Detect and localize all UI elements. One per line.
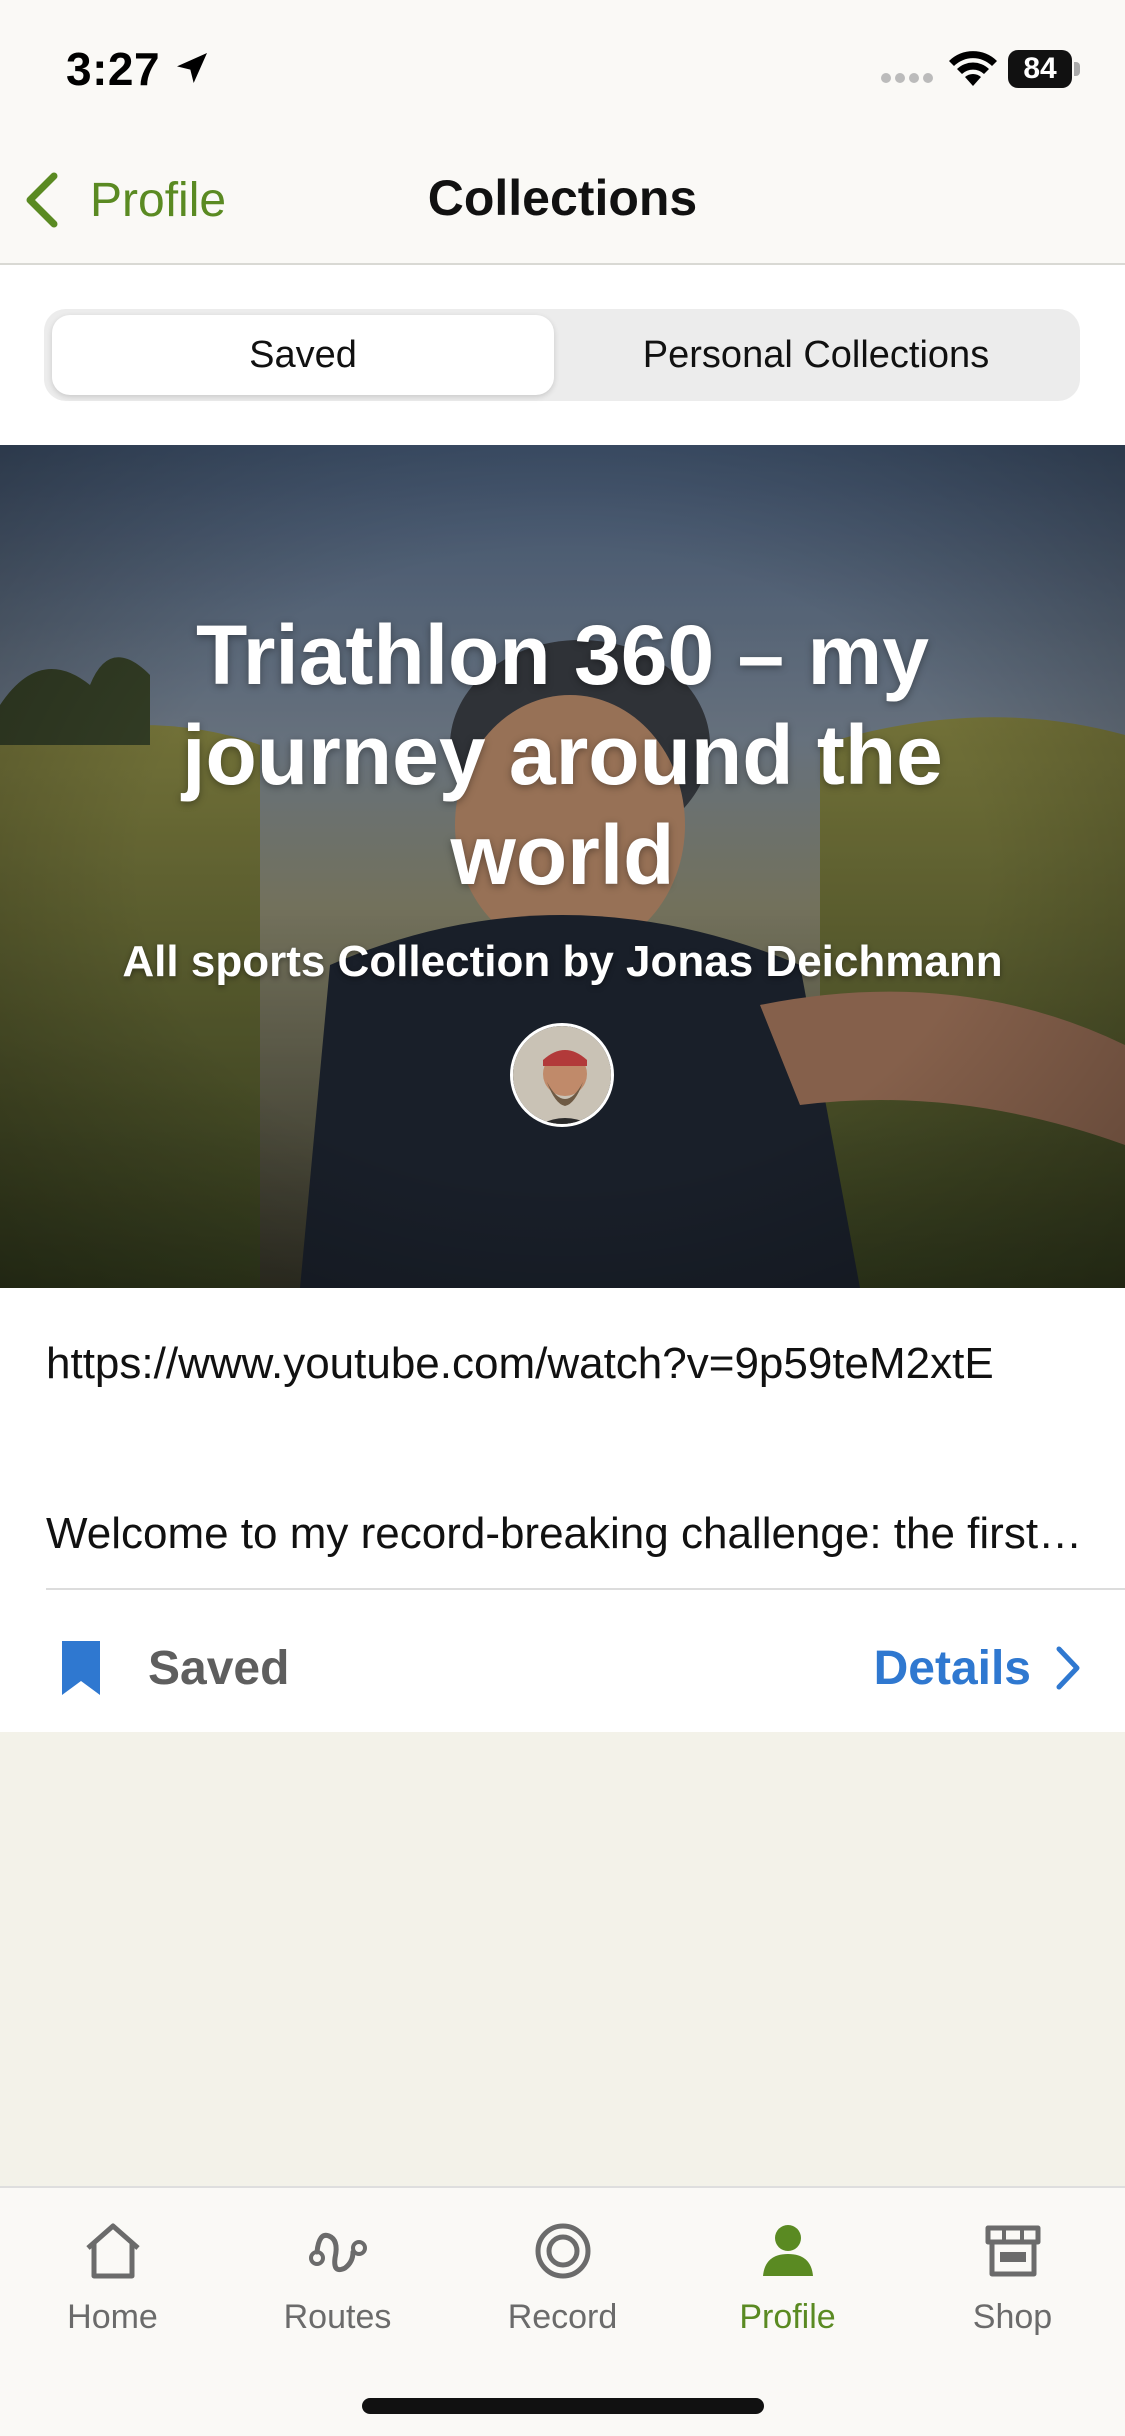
battery-indicator: 84 — [1008, 50, 1080, 88]
tab-home[interactable]: Home — [0, 2218, 225, 2368]
collection-title: Triathlon 360 – my journey around the wo… — [182, 608, 943, 902]
collection-description: Welcome to my record-breaking challenge:… — [46, 1509, 1086, 1558]
tab-record[interactable]: Record — [450, 2218, 675, 2368]
location-arrow-icon — [177, 53, 207, 83]
cellular-signal-icon — [881, 73, 933, 83]
tab-label: Shop — [972, 2298, 1053, 2336]
wifi-icon — [949, 51, 997, 86]
segment-area: Saved Personal Collections — [0, 265, 1125, 445]
saved-label: Saved — [148, 1641, 290, 1695]
collection-url: https://www.youtube.com/watch?v=9p59teM2… — [46, 1339, 994, 1388]
battery-level: 84 — [1023, 52, 1057, 85]
collection-subtitle: All sports Collection by Jonas Deichmann — [122, 937, 1003, 986]
page-title: Collections — [427, 170, 698, 226]
status-bar: 3:27 84 — [0, 0, 1125, 135]
saved-toggle[interactable]: Saved — [58, 1628, 289, 1708]
tab-shop[interactable]: Shop — [900, 2218, 1125, 2368]
details-button[interactable]: Details — [874, 1628, 1085, 1708]
details-label: Details — [873, 1641, 1031, 1695]
profile-icon — [762, 2225, 813, 2276]
segmented-control: Saved Personal Collections — [44, 309, 1080, 401]
segment-personal-collections[interactable]: Personal Collections — [558, 315, 1074, 395]
divider — [46, 1588, 1125, 1590]
bookmark-icon — [62, 1641, 100, 1695]
tab-routes[interactable]: Routes — [225, 2218, 450, 2368]
home-indicator — [362, 2398, 764, 2414]
shop-icon — [985, 2225, 1040, 2277]
segment-saved[interactable]: Saved — [52, 315, 554, 395]
collection-hero[interactable]: Triathlon 360 – my journey around the wo… — [0, 445, 1125, 1288]
chevron-right-icon — [1056, 1646, 1080, 1690]
tab-profile[interactable]: Profile — [675, 2218, 900, 2368]
navigation-bar: Profile Collections — [0, 135, 1125, 265]
status-time: 3:27 — [66, 43, 161, 95]
record-icon — [535, 2223, 590, 2279]
home-icon — [85, 2223, 140, 2279]
tab-label: Profile — [739, 2298, 836, 2336]
tab-label: Home — [67, 2298, 158, 2336]
tab-label: Record — [507, 2298, 618, 2336]
tab-label: Routes — [283, 2298, 392, 2336]
collection-card-body: https://www.youtube.com/watch?v=9p59teM2… — [0, 1288, 1125, 1732]
routes-icon — [308, 2232, 367, 2273]
author-avatar — [510, 1023, 614, 1127]
